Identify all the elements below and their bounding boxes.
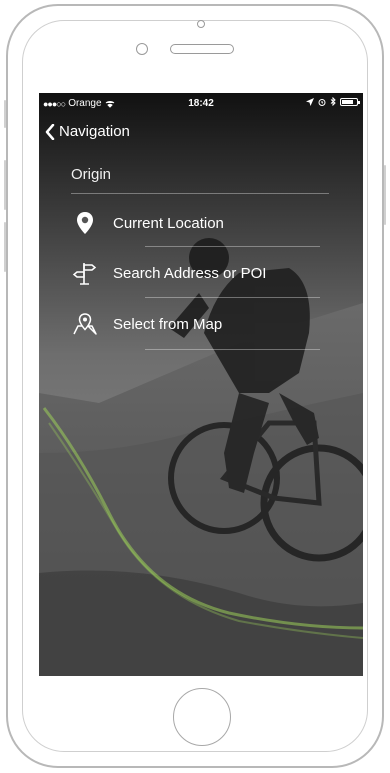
proximity-sensor (136, 43, 148, 55)
battery-icon (340, 97, 360, 106)
search-address-item[interactable]: Search Address or POI (71, 251, 329, 295)
current-location-label: Current Location (113, 214, 224, 232)
alarm-icon (318, 98, 326, 106)
location-pin-icon (77, 212, 93, 234)
status-bar: ●●●○○ Orange 18:42 (39, 93, 363, 113)
phone-screen: ●●●○○ Orange 18:42 Navigation Origin Cur… (39, 93, 363, 676)
status-icons (306, 97, 360, 106)
location-arrow-icon (306, 97, 314, 106)
divider (145, 349, 320, 350)
volume-up-button (4, 160, 6, 210)
power-button (384, 165, 386, 225)
back-button[interactable]: Navigation (45, 123, 130, 140)
divider (145, 246, 320, 247)
divider (145, 297, 320, 298)
front-camera (197, 20, 205, 28)
mute-switch (4, 100, 6, 128)
origin-header: Origin (71, 166, 112, 183)
search-address-label: Search Address or POI (113, 264, 267, 282)
map-pin-icon (73, 313, 97, 335)
chevron-left-icon (45, 123, 55, 140)
bluetooth-icon (330, 97, 336, 106)
divider (71, 193, 329, 194)
volume-down-button (4, 222, 6, 272)
home-button[interactable] (173, 688, 231, 746)
earpiece-speaker (170, 44, 234, 54)
current-location-item[interactable]: Current Location (71, 201, 329, 245)
back-button-label: Navigation (59, 123, 130, 140)
select-from-map-item[interactable]: Select from Map (71, 302, 329, 346)
select-from-map-label: Select from Map (113, 315, 223, 333)
navigation-bar: Navigation (39, 113, 363, 150)
signpost-icon (72, 263, 97, 285)
